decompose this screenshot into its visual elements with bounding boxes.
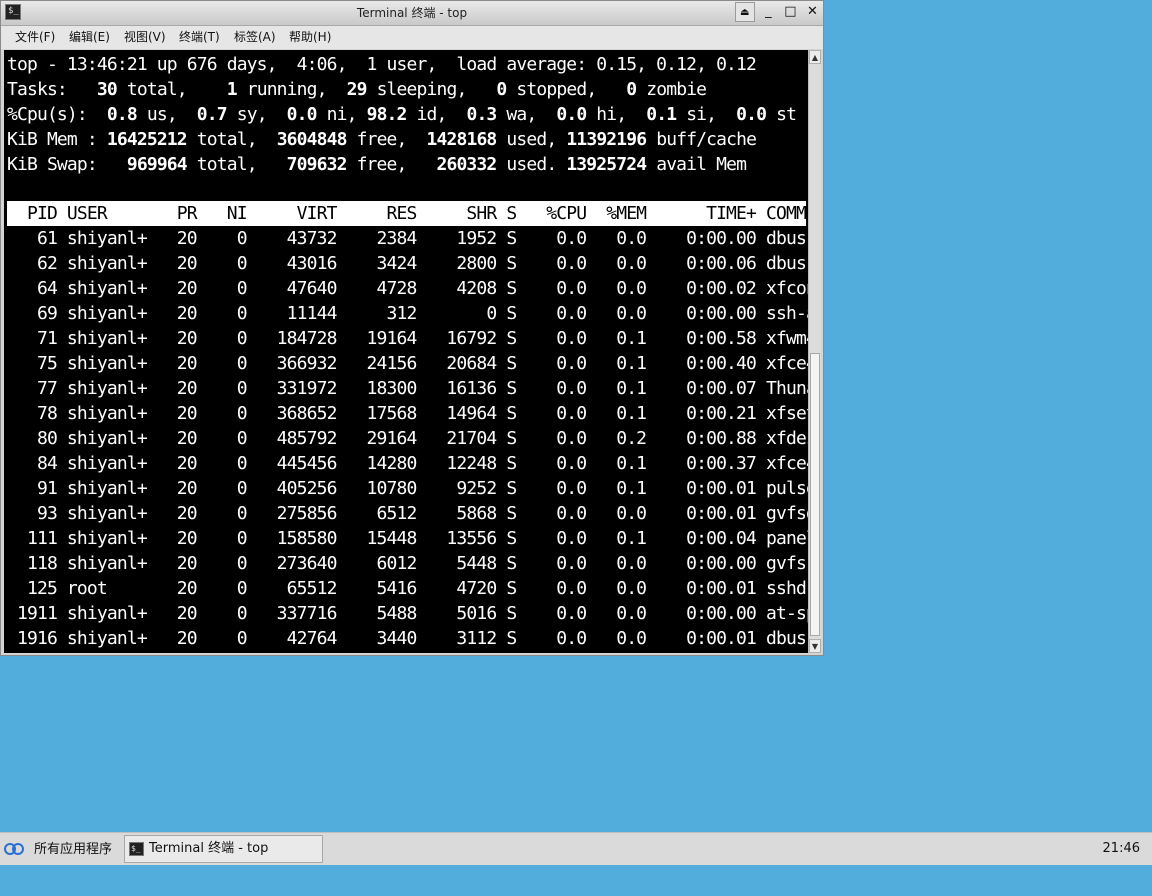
process-row: 77 shiyanl+ 20 0 331972 18300 16136 S 0.… xyxy=(7,378,808,399)
maximize-icon[interactable]: □ xyxy=(782,2,799,22)
taskbar-terminal-label: Terminal 终端 - top xyxy=(149,841,269,856)
menu-edit[interactable]: 编辑(E) xyxy=(69,26,110,49)
window-controls: ⏏ _ □ ✕ xyxy=(734,2,821,24)
process-row: 118 shiyanl+ 20 0 273640 6012 5448 S 0.0… xyxy=(7,553,808,574)
top-tasks-line: Tasks: 30 total, 1 running, 29 sleeping,… xyxy=(7,79,707,100)
terminal-icon: $_ xyxy=(129,841,144,856)
shade-icon[interactable]: ⏏ xyxy=(734,2,755,22)
clock[interactable]: 21:46 xyxy=(1103,833,1140,865)
applications-menu-icon xyxy=(4,842,26,857)
menu-tabs[interactable]: 标签(A) xyxy=(234,26,276,49)
process-row: 111 shiyanl+ 20 0 158580 15448 13556 S 0… xyxy=(7,528,808,549)
applications-menu-label: 所有应用程序 xyxy=(34,842,113,857)
top-cpu-line: %Cpu(s): 0.8 us, 0.7 sy, 0.0 ni, 98.2 id… xyxy=(7,104,797,125)
top-mem-line: KiB Mem : 16425212 total, 3604848 free, … xyxy=(7,129,757,150)
terminal-output[interactable]: top - 13:46:21 up 676 days, 4:06, 1 user… xyxy=(4,50,808,653)
menu-bar: 文件(F) 编辑(E) 视图(V) 终端(T) 标签(A) 帮助(H) xyxy=(1,26,823,49)
applications-menu-button[interactable]: 所有应用程序 xyxy=(4,837,112,862)
process-row: 80 shiyanl+ 20 0 485792 29164 21704 S 0.… xyxy=(7,428,808,449)
terminal-scrollbar[interactable]: ▲ ▼ xyxy=(808,50,821,653)
close-icon[interactable]: ✕ xyxy=(804,2,821,22)
top-uptime-line: top - 13:46:21 up 676 days, 4:06, 1 user… xyxy=(7,54,757,75)
process-row: 125 root 20 0 65512 5416 4720 S 0.0 0.0 … xyxy=(7,578,807,599)
window-title: Terminal 终端 - top xyxy=(356,6,468,20)
process-row: 78 shiyanl+ 20 0 368652 17568 14964 S 0.… xyxy=(7,403,808,424)
process-table-header: PID USER PR NI VIRT RES SHR S %CPU %MEM … xyxy=(7,201,808,226)
menu-file[interactable]: 文件(F) xyxy=(15,26,55,49)
taskbar-terminal-button[interactable]: $_ Terminal 终端 - top xyxy=(124,835,323,863)
process-row: 1911 shiyanl+ 20 0 337716 5488 5016 S 0.… xyxy=(7,603,808,624)
process-row: 75 shiyanl+ 20 0 366932 24156 20684 S 0.… xyxy=(7,353,808,374)
process-row: 71 shiyanl+ 20 0 184728 19164 16792 S 0.… xyxy=(7,328,808,349)
menu-terminal[interactable]: 终端(T) xyxy=(179,26,220,49)
menu-view[interactable]: 视图(V) xyxy=(124,26,166,49)
process-row: 1916 shiyanl+ 20 0 42764 3440 3112 S 0.0… xyxy=(7,628,808,649)
taskbar: 所有应用程序 $_ Terminal 终端 - top 21:46 xyxy=(0,832,1152,865)
terminal-window[interactable]: $_ Terminal 终端 - top ⏏ _ □ ✕ 文件(F) 编辑(E)… xyxy=(0,0,824,656)
top-swap-line: KiB Swap: 969964 total, 709632 free, 260… xyxy=(7,154,747,175)
process-row: 91 shiyanl+ 20 0 405256 10780 9252 S 0.0… xyxy=(7,478,808,499)
process-row: 84 shiyanl+ 20 0 445456 14280 12248 S 0.… xyxy=(7,453,808,474)
process-row: 93 shiyanl+ 20 0 275856 6512 5868 S 0.0 … xyxy=(7,503,808,524)
process-row: 64 shiyanl+ 20 0 47640 4728 4208 S 0.0 0… xyxy=(7,278,808,299)
scrollbar-thumb[interactable] xyxy=(810,353,820,636)
window-titlebar[interactable]: $_ Terminal 终端 - top ⏏ _ □ ✕ xyxy=(1,1,823,26)
scroll-up-icon[interactable]: ▲ xyxy=(809,50,821,64)
scroll-down-icon[interactable]: ▼ xyxy=(809,639,821,653)
process-row: 61 shiyanl+ 20 0 43732 2384 1952 S 0.0 0… xyxy=(7,228,808,249)
minimize-icon[interactable]: _ xyxy=(760,2,777,22)
process-row: 69 shiyanl+ 20 0 11144 312 0 S 0.0 0.0 0… xyxy=(7,303,808,324)
process-row: 62 shiyanl+ 20 0 43016 3424 2800 S 0.0 0… xyxy=(7,253,808,274)
menu-help[interactable]: 帮助(H) xyxy=(289,26,331,49)
